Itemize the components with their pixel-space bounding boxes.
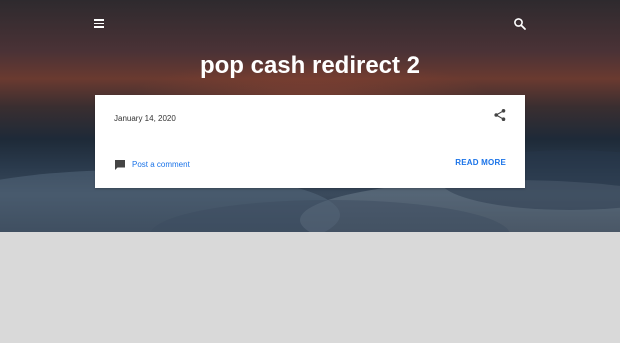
read-more-link[interactable]: READ MORE bbox=[455, 158, 506, 167]
hamburger-menu-icon[interactable] bbox=[93, 16, 107, 30]
post-date: January 14, 2020 bbox=[114, 114, 176, 123]
post-comment-link[interactable]: Post a comment bbox=[114, 158, 190, 170]
comment-icon bbox=[114, 158, 126, 170]
search-icon[interactable] bbox=[512, 16, 528, 32]
post-comment-label: Post a comment bbox=[132, 159, 190, 169]
share-icon[interactable] bbox=[493, 108, 507, 122]
post-card: January 14, 2020 Post a comment READ MOR… bbox=[95, 95, 525, 188]
page-title: pop cash redirect 2 bbox=[199, 52, 421, 79]
